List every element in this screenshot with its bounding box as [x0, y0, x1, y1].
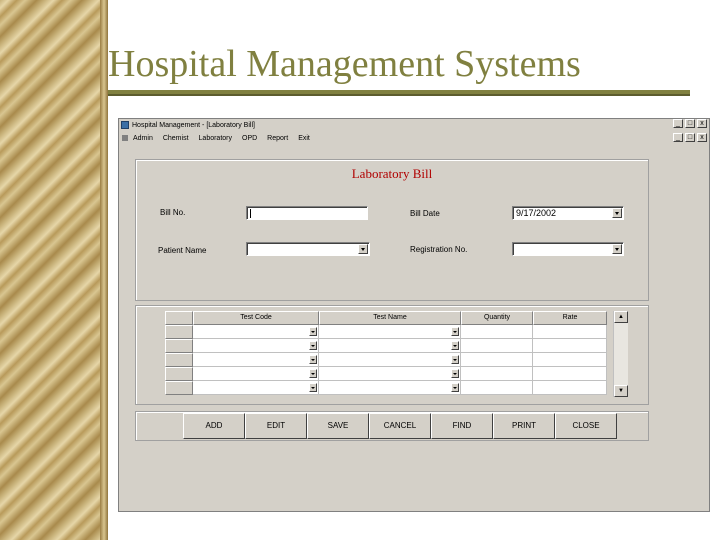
col-test-name[interactable]: Test Name — [319, 311, 461, 325]
app-window: Hospital Management - [Laboratory Bill] … — [118, 118, 710, 512]
cell-test-name[interactable] — [319, 339, 461, 353]
registration-label: Registration No. — [410, 245, 468, 254]
menu-bar: Admin Chemist Laboratory OPD Report Exit — [119, 132, 709, 144]
bill-date-value: 9/17/2002 — [516, 208, 557, 218]
doc-restore-button[interactable]: □ — [685, 133, 695, 142]
doc-minimize-button[interactable]: _ — [673, 133, 683, 142]
col-rate[interactable]: Rate — [533, 311, 607, 325]
text-cursor — [250, 209, 251, 218]
doc-close-button[interactable]: x — [697, 133, 707, 142]
find-button[interactable]: FIND — [431, 413, 493, 439]
row-selector[interactable] — [165, 353, 193, 367]
bill-date-dropdown[interactable]: 9/17/2002 — [512, 206, 624, 220]
row-selector[interactable] — [165, 325, 193, 339]
cell-rate[interactable] — [533, 381, 607, 395]
row-selector[interactable] — [165, 339, 193, 353]
cell-quantity[interactable] — [461, 381, 533, 395]
menu-report[interactable]: Report — [262, 135, 293, 142]
print-button[interactable]: PRINT — [493, 413, 555, 439]
minimize-button[interactable]: _ — [673, 119, 683, 128]
cell-test-code[interactable] — [193, 353, 319, 367]
cell-rate[interactable] — [533, 367, 607, 381]
cell-quantity[interactable] — [461, 339, 533, 353]
cell-test-code[interactable] — [193, 339, 319, 353]
scroll-down-button[interactable]: ▼ — [614, 385, 628, 397]
menu-laboratory[interactable]: Laboratory — [194, 135, 237, 142]
cell-test-code[interactable] — [193, 325, 319, 339]
add-button[interactable]: ADD — [183, 413, 245, 439]
edit-button[interactable]: EDIT — [245, 413, 307, 439]
menu-opd[interactable]: OPD — [237, 135, 262, 142]
chevron-down-icon[interactable] — [451, 341, 459, 350]
col-test-code[interactable]: Test Code — [193, 311, 319, 325]
title-underline — [108, 90, 690, 94]
maximize-button[interactable]: □ — [685, 119, 695, 128]
cell-rate[interactable] — [533, 353, 607, 367]
bill-no-input[interactable] — [246, 206, 368, 220]
close-button[interactable]: CLOSE — [555, 413, 617, 439]
marble-border-edge — [100, 0, 108, 540]
chevron-down-icon[interactable] — [451, 355, 459, 364]
marble-border — [0, 0, 100, 540]
chevron-down-icon[interactable] — [451, 383, 459, 392]
window-title: Hospital Management - [Laboratory Bill] — [132, 121, 255, 129]
document-controls: _ □ x — [673, 133, 707, 142]
cell-test-name[interactable] — [319, 367, 461, 381]
cell-test-name[interactable] — [319, 353, 461, 367]
chevron-down-icon[interactable] — [612, 208, 622, 218]
window-titlebar[interactable]: Hospital Management - [Laboratory Bill] — [119, 119, 709, 131]
bill-date-label: Bill Date — [410, 209, 440, 218]
cell-quantity[interactable] — [461, 367, 533, 381]
cell-test-name[interactable] — [319, 325, 461, 339]
patient-name-label: Patient Name — [158, 246, 207, 255]
form-heading: Laboratory Bill — [351, 166, 433, 181]
test-grid[interactable]: Test Code Test Name Quantity Rate ▲ ▼ — [165, 311, 629, 397]
slide-title: Hospital Management Systems — [108, 43, 581, 85]
registration-dropdown[interactable] — [512, 242, 624, 256]
cell-quantity[interactable] — [461, 325, 533, 339]
cell-test-code[interactable] — [193, 381, 319, 395]
chevron-down-icon[interactable] — [451, 369, 459, 378]
cell-rate[interactable] — [533, 339, 607, 353]
bill-form-panel: Laboratory Bill Bill No. Bill Date 9/17/… — [135, 159, 649, 301]
grid-scrollbar[interactable]: ▲ ▼ — [613, 311, 628, 397]
cell-test-name[interactable] — [319, 381, 461, 395]
chevron-down-icon[interactable] — [612, 244, 622, 254]
cell-quantity[interactable] — [461, 353, 533, 367]
chevron-down-icon[interactable] — [309, 341, 317, 350]
menu-admin[interactable]: Admin — [128, 135, 158, 142]
chevron-down-icon[interactable] — [309, 383, 317, 392]
menu-chemist[interactable]: Chemist — [158, 135, 194, 142]
row-selector[interactable] — [165, 367, 193, 381]
close-window-button[interactable]: x — [697, 119, 707, 128]
chevron-down-icon[interactable] — [309, 327, 317, 336]
col-quantity[interactable]: Quantity — [461, 311, 533, 325]
patient-name-dropdown[interactable] — [246, 242, 370, 256]
chevron-down-icon[interactable] — [309, 355, 317, 364]
save-button[interactable]: SAVE — [307, 413, 369, 439]
row-selector[interactable] — [165, 381, 193, 395]
cell-rate[interactable] — [533, 325, 607, 339]
menu-exit[interactable]: Exit — [293, 135, 315, 142]
chevron-down-icon[interactable] — [309, 369, 317, 378]
window-controls: _ □ x — [673, 119, 707, 128]
chevron-down-icon[interactable] — [358, 244, 368, 254]
bill-no-label: Bill No. — [160, 208, 186, 217]
scroll-up-button[interactable]: ▲ — [614, 311, 628, 323]
chevron-down-icon[interactable] — [451, 327, 459, 336]
cancel-button[interactable]: CANCEL — [369, 413, 431, 439]
cell-test-code[interactable] — [193, 367, 319, 381]
app-icon — [121, 121, 129, 129]
grid-corner — [165, 311, 193, 325]
